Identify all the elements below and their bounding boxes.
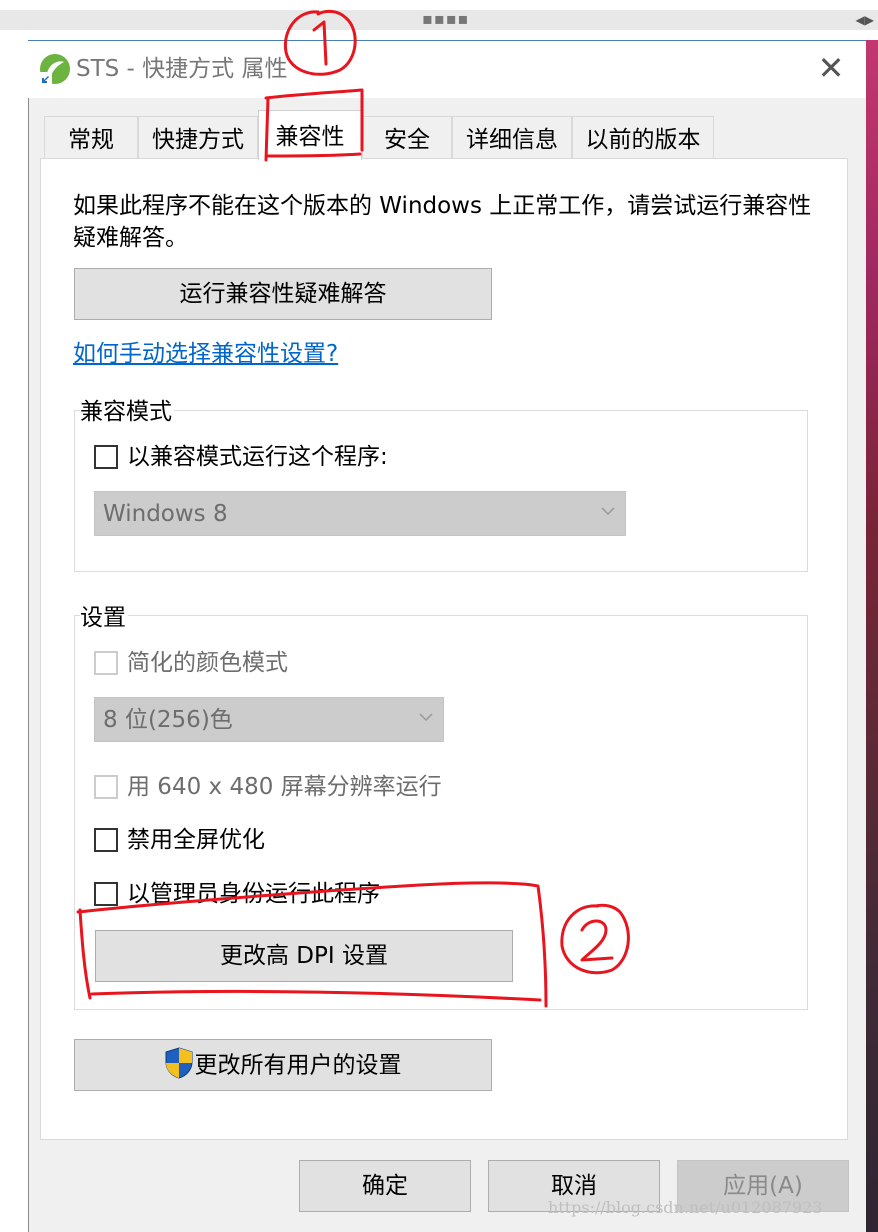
reduced-color-label: 简化的颜色模式 xyxy=(127,650,288,676)
run-as-admin-label: 以管理员身份运行此程序 xyxy=(127,881,380,907)
compat-mode-checkbox-label: 以兼容模式运行这个程序: xyxy=(127,444,388,470)
color-depth-select-value: 8 位(256)色 xyxy=(103,707,233,733)
tab-security[interactable]: 安全 xyxy=(362,116,452,158)
low-resolution-label: 用 640 x 480 屏幕分辨率运行 xyxy=(127,774,442,800)
uac-shield-icon xyxy=(165,1046,192,1079)
manual-compat-help-link[interactable]: 如何手动选择兼容性设置? xyxy=(73,338,338,370)
run-as-admin-checkbox[interactable] xyxy=(94,882,118,906)
tab-shortcut[interactable]: 快捷方式 xyxy=(138,116,258,158)
window-title: STS - 快捷方式 属性 xyxy=(76,56,288,82)
tab-general[interactable]: 常规 xyxy=(44,116,138,158)
reduced-color-checkbox[interactable] xyxy=(94,651,118,675)
disable-fullscreen-optimization-label: 禁用全屏优化 xyxy=(127,827,265,853)
disable-fullscreen-optimization-checkbox[interactable] xyxy=(94,828,118,852)
tab-details[interactable]: 详细信息 xyxy=(452,116,572,158)
run-troubleshooter-button[interactable]: 运行兼容性疑难解答 xyxy=(74,268,492,320)
tab-compatibility[interactable]: 兼容性 xyxy=(258,110,362,160)
color-depth-select[interactable]: 8 位(256)色 xyxy=(94,697,444,742)
host-top-strip: ▪▪▪▪ ◀▶ xyxy=(0,0,878,40)
close-icon[interactable]: ✕ xyxy=(814,52,848,86)
change-high-dpi-button[interactable]: 更改高 DPI 设置 xyxy=(95,930,513,982)
drag-grip-icon[interactable]: ▪▪▪▪ xyxy=(422,10,469,28)
desktop-wallpaper xyxy=(864,40,878,1232)
sts-app-icon xyxy=(39,54,70,85)
watermark-text: https://blog.csdn.net/u012087923 xyxy=(548,1198,823,1217)
compat-mode-checkbox[interactable] xyxy=(94,445,118,469)
chevron-down-icon xyxy=(419,713,433,722)
compat-os-select-value: Windows 8 xyxy=(103,501,228,527)
ok-button[interactable]: 确定 xyxy=(299,1160,471,1212)
settings-legend: 设置 xyxy=(80,604,128,632)
tab-previous-versions[interactable]: 以前的版本 xyxy=(572,116,714,158)
compat-os-select[interactable]: Windows 8 xyxy=(94,491,626,536)
compat-description: 如果此程序不能在这个版本的 Windows 上正常工作，请尝试运行兼容性疑难解答… xyxy=(73,193,812,251)
scroll-arrows-icon[interactable]: ◀▶ xyxy=(856,10,874,30)
change-all-users-label: 更改所有用户的设置 xyxy=(194,1052,402,1079)
change-all-users-button[interactable]: 更改所有用户的设置 xyxy=(74,1039,492,1091)
chevron-down-icon xyxy=(601,507,615,516)
low-resolution-checkbox[interactable] xyxy=(94,775,118,799)
compat-mode-legend: 兼容模式 xyxy=(80,398,174,426)
